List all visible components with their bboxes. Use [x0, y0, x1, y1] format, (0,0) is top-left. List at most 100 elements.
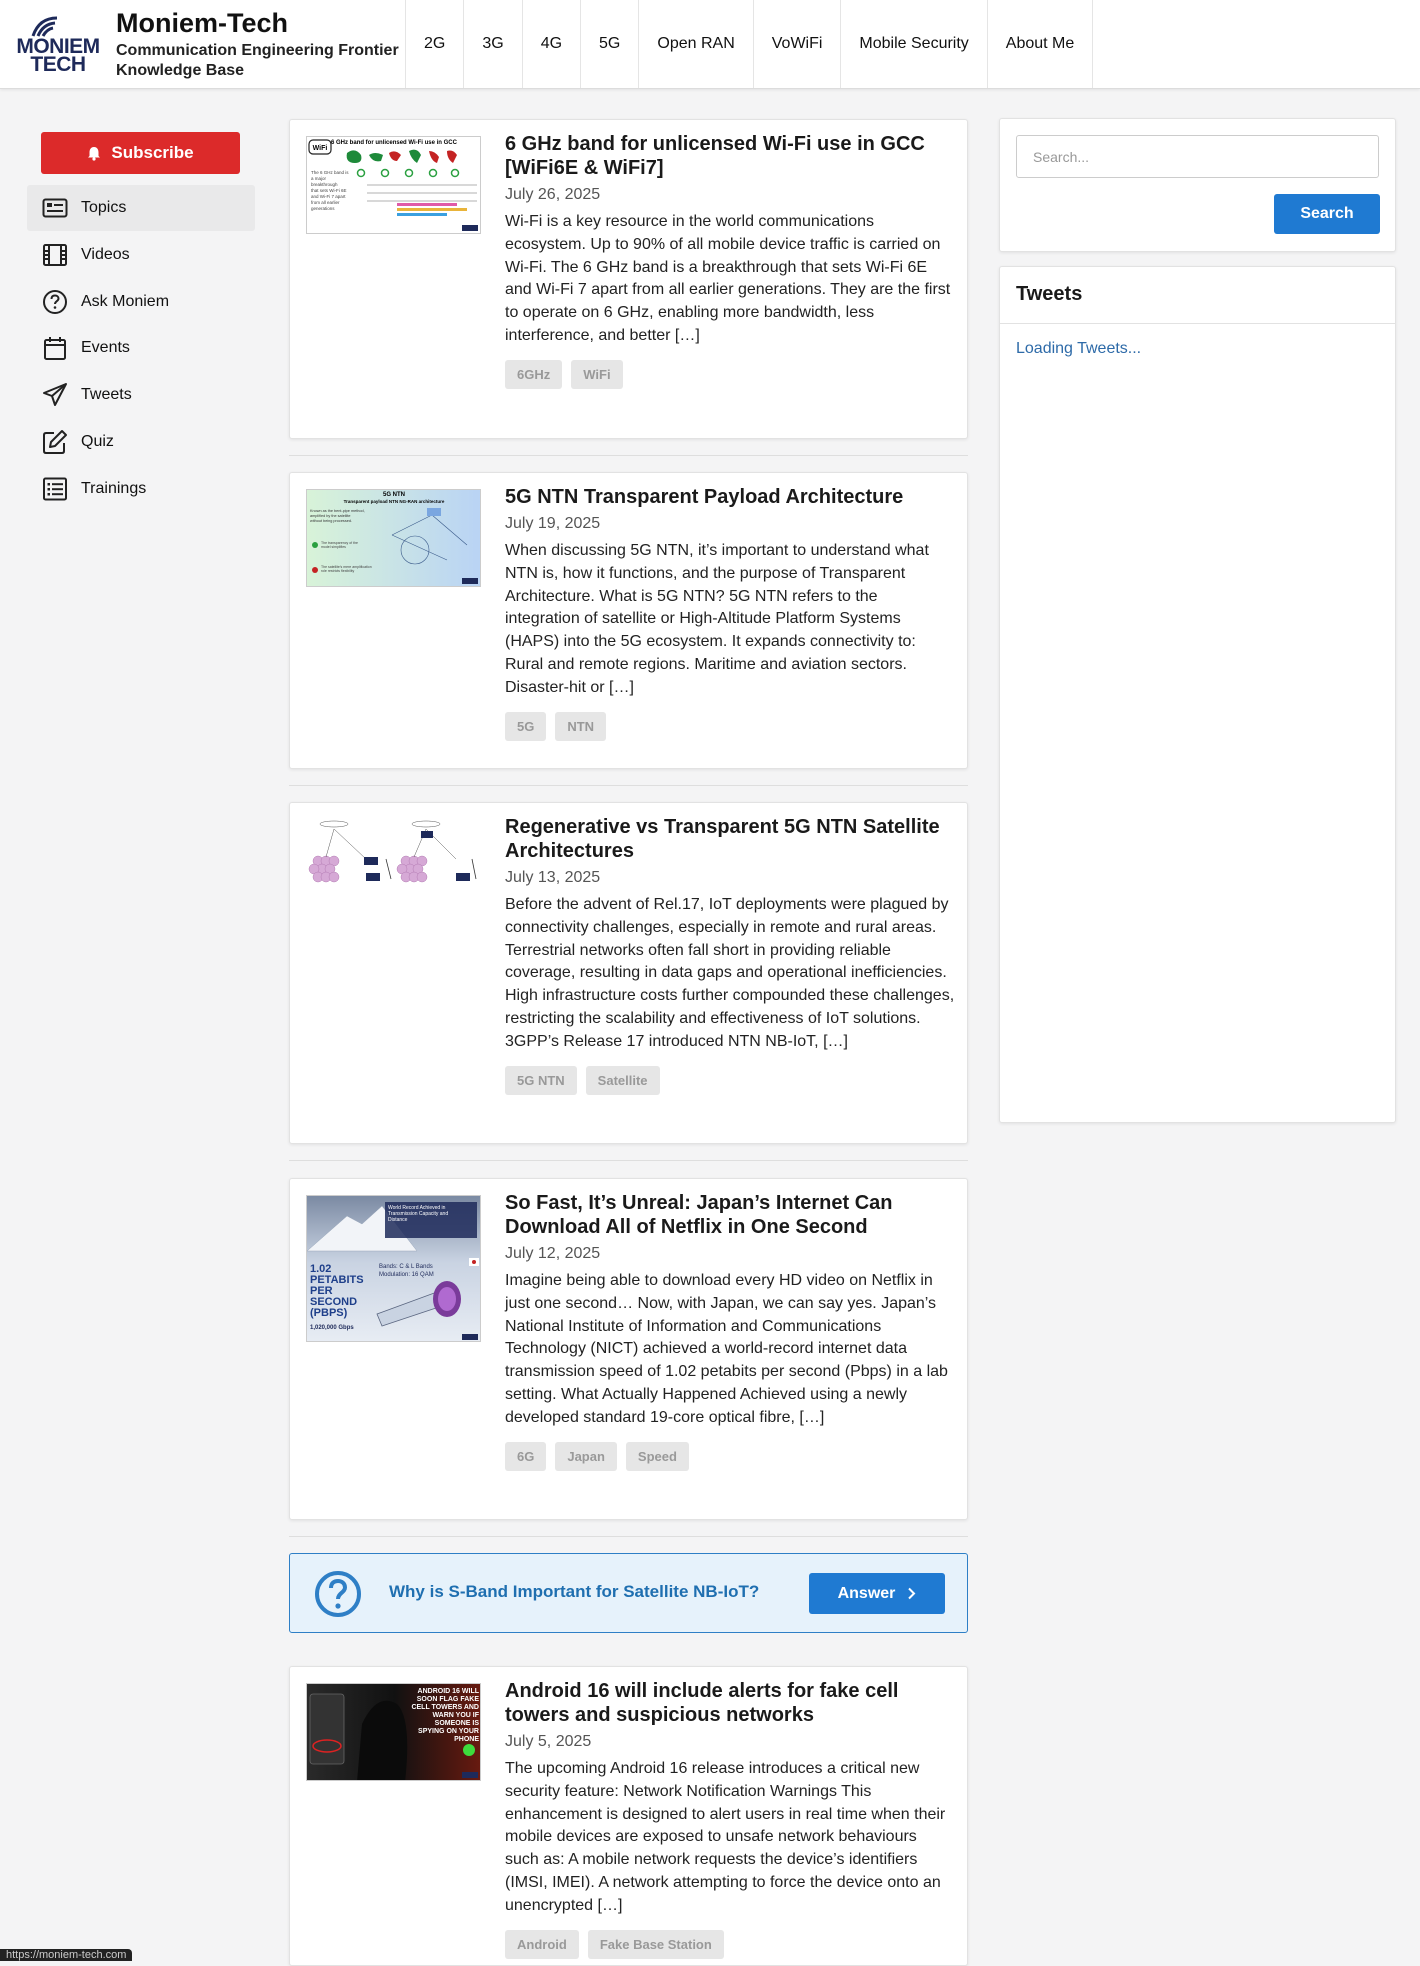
tag[interactable]: Android	[505, 1929, 579, 1959]
film-icon	[43, 243, 67, 266]
sidebar-item-label: Topics	[81, 199, 127, 216]
tag[interactable]: Satellite	[585, 1065, 660, 1095]
tag[interactable]: 5G NTN	[505, 1065, 577, 1095]
post-title[interactable]: Regenerative vs Transparent 5G NTN Satel…	[505, 815, 955, 863]
svg-text:that sets Wi-Fi 6E: that sets Wi-Fi 6E	[311, 188, 347, 193]
svg-text:and Wi-Fi 7 apart: and Wi-Fi 7 apart	[311, 194, 346, 199]
subscribe-label: Subscribe	[111, 143, 194, 162]
post-excerpt: The upcoming Android 16 release introduc…	[505, 1760, 946, 1914]
sidebar-item-quiz[interactable]: Quiz	[27, 419, 255, 465]
divider	[289, 785, 968, 786]
tag[interactable]: WiFi	[571, 359, 623, 389]
post-title[interactable]: So Fast, It’s Unreal: Japan’s Internet C…	[505, 1191, 955, 1239]
svg-text:amplified by the satellite: amplified by the satellite	[310, 514, 351, 518]
search-button[interactable]: Search	[1274, 194, 1380, 234]
svg-text:breakthrough: breakthrough	[311, 182, 338, 187]
tag[interactable]: 6G	[505, 1441, 547, 1471]
sidebar-item-videos[interactable]: Videos	[27, 232, 255, 278]
thumb-small-text: 1,020,000 Gbps	[310, 1325, 354, 1331]
nav-3g[interactable]: 3G	[464, 0, 523, 88]
sidebar-item-label: Quiz	[81, 432, 114, 450]
post-title[interactable]: 5G NTN Transparent Payload Architecture	[505, 485, 955, 509]
post-excerpt: Before the advent of Rel.17, IoT deploym…	[505, 896, 955, 1050]
site-logo[interactable]: MONIEM TECH	[15, 14, 101, 75]
tweets-title: Tweets	[1000, 267, 1395, 324]
post-thumbnail[interactable]: 6 GHz band for unlicensed Wi-Fi use in G…	[306, 136, 481, 234]
brand[interactable]: MONIEM TECH Moniem-Tech Communication En…	[0, 0, 405, 88]
sidebar-item-ask-moniem[interactable]: Ask Moniem	[27, 279, 255, 325]
question-circle-icon	[43, 289, 67, 314]
post-tags: 5G NTN	[505, 711, 955, 741]
main-nav: 2G 3G 4G 5G Open RAN VoWiFi Mobile Secur…	[405, 0, 1094, 88]
sidebar-item-trainings[interactable]: Trainings	[27, 466, 255, 512]
thumb-title: 6 GHz band for unlicensed Wi-Fi use in G…	[331, 140, 458, 146]
nav-4g[interactable]: 4G	[523, 0, 582, 88]
tag[interactable]: Fake Base Station	[587, 1929, 724, 1959]
nav-about-me[interactable]: About Me	[988, 0, 1094, 88]
question-circle-icon	[315, 1571, 361, 1617]
nav-open-ran[interactable]: Open RAN	[639, 0, 754, 88]
sidebar-item-label: Videos	[81, 245, 130, 263]
site-name[interactable]: Moniem-Tech	[116, 8, 399, 38]
thumb-line5: SOMEONE IS	[435, 1720, 480, 1727]
post-date: July 19, 2025	[505, 515, 601, 532]
sidebar-item-label: Tweets	[81, 386, 132, 404]
list-box-icon	[42, 198, 68, 218]
divider	[289, 1160, 968, 1161]
post-title[interactable]: Android 16 will include alerts for fake …	[505, 1679, 955, 1727]
svg-text:model simplifies: model simplifies	[321, 545, 346, 549]
search-input[interactable]	[1016, 135, 1379, 178]
post-thumbnail[interactable]: 5G NTN Transparent payload NTN NG-RAN ar…	[306, 489, 481, 587]
post-thumbnail[interactable]	[306, 819, 481, 887]
post-tags: 6GHz WiFi	[505, 359, 955, 389]
post-excerpt: Imagine being able to download every HD …	[505, 1272, 948, 1426]
wifi-badge: WiFi	[313, 145, 328, 152]
sidebar-item-tweets[interactable]: Tweets	[27, 372, 255, 418]
post-card: 5G NTN Transparent payload NTN NG-RAN ar…	[289, 472, 968, 769]
nav-vowifi[interactable]: VoWiFi	[754, 0, 842, 88]
svg-text:Distance: Distance	[388, 1217, 408, 1223]
tag[interactable]: 5G	[505, 711, 547, 741]
post-title[interactable]: 6 GHz band for unlicensed Wi-Fi use in G…	[505, 132, 955, 180]
tag[interactable]: NTN	[555, 711, 607, 741]
post-card: Regenerative vs Transparent 5G NTN Satel…	[289, 802, 968, 1144]
post-excerpt: Wi-Fi is a key resource in the world com…	[505, 213, 951, 344]
question-text[interactable]: Why is S-Band Important for Satellite NB…	[389, 1582, 759, 1602]
svg-text:Known as the bent-pipe method,: Known as the bent-pipe method,	[310, 509, 365, 513]
nav-mobile-security[interactable]: Mobile Security	[841, 0, 988, 88]
divider	[289, 1536, 968, 1537]
post-thumbnail[interactable]: World Record Achieved in Transmission Ca…	[306, 1195, 481, 1342]
post-thumbnail[interactable]: ANDROID 16 WILL SOON FLAG FAKE CELL TOWE…	[306, 1683, 481, 1781]
nav-5g[interactable]: 5G	[581, 0, 640, 88]
post-date: July 5, 2025	[505, 1733, 592, 1750]
thumb-line4: WARN YOU IF	[432, 1712, 479, 1719]
tag[interactable]: Japan	[555, 1441, 617, 1471]
svg-text:a major: a major	[311, 176, 327, 181]
subscribe-button[interactable]: Subscribe	[41, 132, 240, 174]
sidebar-item-label: Events	[81, 339, 130, 357]
chevron-right-icon	[908, 1587, 916, 1600]
nav-2g[interactable]: 2G	[406, 0, 465, 88]
tag[interactable]: 6GHz	[505, 359, 563, 389]
thumb-bands: Bands: C & L Bands	[379, 1264, 433, 1270]
sidebar-item-topics[interactable]: Topics	[27, 185, 255, 231]
thumb-line2: SOON FLAG FAKE	[417, 1696, 480, 1703]
post-card: 6 GHz band for unlicensed Wi-Fi use in G…	[289, 119, 968, 439]
sidebar-item-events[interactable]: Events	[27, 325, 255, 371]
post-card: ANDROID 16 WILL SOON FLAG FAKE CELL TOWE…	[289, 1666, 968, 1966]
sidebar-item-label: Trainings	[81, 479, 147, 497]
answer-button[interactable]: Answer	[809, 1573, 945, 1614]
post-tags: 6G Japan Speed	[505, 1441, 955, 1471]
bell-icon	[88, 146, 101, 161]
post-date: July 13, 2025	[505, 869, 601, 886]
sidebar-nav: Topics Videos Ask Moniem Events Tweets Q…	[27, 185, 255, 513]
thumb-side-text: The 6 GHz band is	[311, 170, 349, 175]
thumb-line3: CELL TOWERS AND	[411, 1704, 479, 1711]
post-tags: Android Fake Base Station	[505, 1929, 955, 1959]
thumb-line1: ANDROID 16 WILL	[418, 1688, 480, 1695]
paper-plane-icon	[43, 383, 67, 407]
tag[interactable]: Speed	[625, 1441, 689, 1471]
thumb-subtitle: Transparent payload NTN NG-RAN architect…	[344, 499, 445, 504]
site-header: MONIEM TECH Moniem-Tech Communication En…	[0, 0, 1420, 89]
post-tags: 5G NTN Satellite	[505, 1065, 955, 1095]
